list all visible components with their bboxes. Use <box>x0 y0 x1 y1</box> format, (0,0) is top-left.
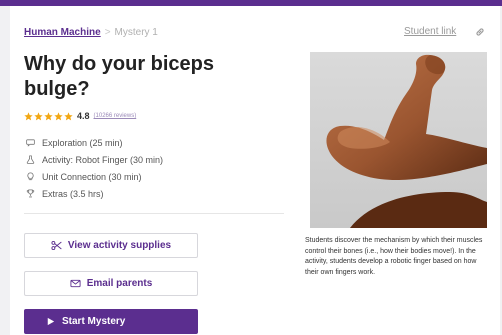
reviews-link[interactable]: (10266 reviews) <box>94 113 137 119</box>
segment-label: Unit Connection (30 min) <box>42 171 142 182</box>
star-icon <box>64 111 73 120</box>
segment-label: Exploration (25 min) <box>42 137 123 148</box>
breadcrumb-current: Mystery 1 <box>114 27 158 38</box>
page-title: Why do your biceps bulge? <box>24 53 215 100</box>
breadcrumb-separator: > <box>104 27 111 38</box>
start-mystery-button[interactable]: Start Mystery <box>24 309 198 334</box>
star-icon <box>24 111 33 120</box>
view-supplies-label: View activity supplies <box>67 240 172 251</box>
envelope-icon <box>70 279 81 288</box>
email-parents-button[interactable]: Email parents <box>24 271 198 296</box>
trophy-icon <box>26 189 35 198</box>
star-icon <box>34 111 43 120</box>
view-supplies-button[interactable]: View activity supplies <box>24 233 198 258</box>
star-rating <box>24 111 74 121</box>
lightbulb-icon <box>27 172 34 181</box>
chat-bubble-icon <box>26 139 35 147</box>
breadcrumb: Human Machine > Mystery 1 <box>24 27 158 38</box>
lesson-segments: Exploration (25 min) Activity: Robot Fin… <box>26 134 163 202</box>
start-mystery-label: Start Mystery <box>62 316 126 327</box>
play-icon <box>47 317 55 326</box>
segment-unit-connection: Unit Connection (30 min) <box>26 168 163 185</box>
student-link[interactable]: Student link <box>404 26 456 37</box>
flask-icon <box>26 155 35 164</box>
segment-activity: Activity: Robot Finger (30 min) <box>26 151 163 168</box>
rating-score: 4.8 <box>77 111 90 121</box>
breadcrumb-link-human-machine[interactable]: Human Machine <box>24 27 101 38</box>
segment-extras: Extras (3.5 hrs) <box>26 185 163 202</box>
link-icon[interactable] <box>474 26 486 38</box>
flexed-biceps-photo <box>310 52 487 228</box>
rating: 4.8 (10266 reviews) <box>24 110 136 122</box>
segment-label: Activity: Robot Finger (30 min) <box>42 154 164 165</box>
star-icon <box>44 111 53 120</box>
divider <box>24 213 284 214</box>
segment-exploration: Exploration (25 min) <box>26 134 163 151</box>
segment-label: Extras (3.5 hrs) <box>42 188 104 199</box>
email-parents-label: Email parents <box>86 278 153 289</box>
scissors-icon <box>51 241 62 250</box>
star-icon <box>54 111 63 120</box>
lesson-description: Students discover the mechanism by which… <box>305 237 483 276</box>
